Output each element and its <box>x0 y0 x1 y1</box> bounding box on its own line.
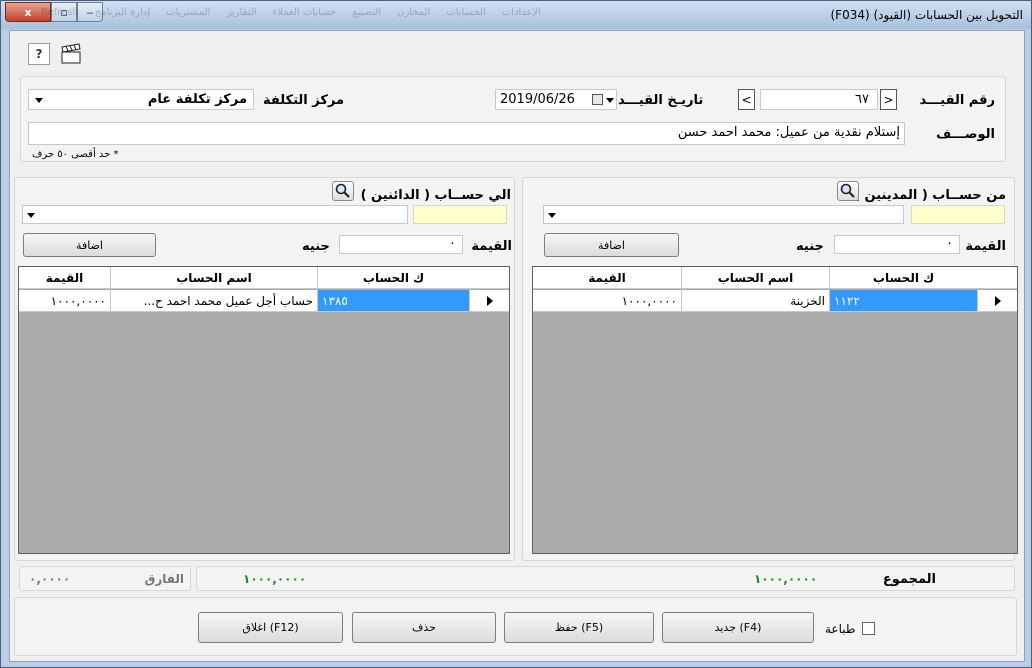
debit-row-value[interactable]: ١٠٠٠,٠٠٠٠ <box>533 290 681 311</box>
column-header[interactable]: ك الحساب <box>829 267 977 289</box>
total-label: المجموع <box>882 572 936 587</box>
difference-label: الفارق <box>144 572 184 586</box>
search-icon <box>840 183 855 198</box>
background-menu: الإعدادات الحسابات المخازن التصنيع حسابا… <box>41 7 541 18</box>
menu-item: حسابات العملاء <box>272 7 337 18</box>
credit-grid[interactable]: ك الحساب اسم الحساب القيمة ١٣٨٥ حساب أجل… <box>18 266 510 554</box>
title-bar: x ▫ ‒ الإعدادات الحسابات المخازن التصنيع… <box>1 1 1031 29</box>
window-title: (F034) التحويل بين الحسابات (القيود) <box>830 8 1024 22</box>
credit-row-code[interactable]: ١٣٨٥ <box>317 290 469 311</box>
credit-total-value: ١٠٠٠,٠٠٠٠ <box>243 572 307 586</box>
clapperboard-icon[interactable] <box>60 43 82 65</box>
footer-panel: طباعة جديد (F4) حفظ (F5) حذف اغلاق (F12) <box>14 597 1017 656</box>
menu-item: إدارة البرنامج <box>94 7 151 18</box>
debit-currency: جنيه <box>796 239 824 254</box>
row-pointer-icon <box>469 290 509 311</box>
debit-row-name[interactable]: الخزينة <box>681 290 829 311</box>
description-field[interactable]: إستلام نقدية من عميل: محمد احمد حسن <box>28 122 905 145</box>
menu-item: الحسابات <box>446 7 486 18</box>
credit-search-button[interactable] <box>332 181 354 201</box>
credit-grid-header: ك الحساب اسم الحساب القيمة <box>19 267 509 289</box>
chevron-down-icon[interactable] <box>606 98 614 103</box>
debit-account-select[interactable] <box>543 205 904 224</box>
save-button[interactable]: حفظ (F5) <box>504 612 654 643</box>
menu-item: Refresh <box>41 7 79 18</box>
credit-panel: الي حســاب ( الدائنين ) القيمة ٠ جنيه اض… <box>14 177 515 561</box>
delete-button[interactable]: حذف <box>352 612 496 643</box>
close-button[interactable]: اغلاق (F12) <box>198 612 343 643</box>
help-icon[interactable]: ? <box>28 43 50 65</box>
search-icon <box>335 183 350 198</box>
difference-box: الفارق ٠,٠٠٠٠ <box>19 566 191 591</box>
debit-grid[interactable]: ك الحساب اسم الحساب القيمة ١١٢٢ الخزينة … <box>532 266 1018 554</box>
entry-date-label: تاريـخ القيـــد <box>618 93 704 108</box>
menu-item: الإعدادات <box>501 7 541 18</box>
column-header[interactable]: القيمة <box>19 267 110 289</box>
chevron-down-icon <box>548 213 556 218</box>
column-header[interactable]: القيمة <box>533 267 681 289</box>
debit-search-button[interactable] <box>837 181 859 201</box>
column-header[interactable]: ك الحساب <box>317 267 469 289</box>
chevron-down-icon <box>35 98 43 103</box>
app-window: x ▫ ‒ الإعدادات الحسابات المخازن التصنيع… <box>0 0 1032 668</box>
entry-header-panel: رقم القيـــد > ٦٧ < تاريـخ القيـــد 2019… <box>20 76 1006 162</box>
credit-amount-field[interactable]: ٠ <box>339 235 463 254</box>
debit-grid-header: ك الحساب اسم الحساب القيمة <box>533 267 1017 289</box>
description-hint: * حد أقصى ٥٠ حرف <box>32 149 119 160</box>
menu-item: المخازن <box>397 7 431 18</box>
debit-row-code[interactable]: ١١٢٢ <box>829 290 977 311</box>
credit-title: الي حســاب ( الدائنين ) <box>360 188 511 203</box>
entry-no-field[interactable]: ٦٧ <box>760 89 878 110</box>
difference-value: ٠,٠٠٠٠ <box>29 572 71 586</box>
credit-add-button[interactable]: اضافة <box>23 233 156 257</box>
debit-account-code-field[interactable] <box>911 205 1005 224</box>
column-header[interactable]: اسم الحساب <box>110 267 317 289</box>
entry-no-label: رقم القيـــد <box>919 93 995 108</box>
column-header[interactable]: اسم الحساب <box>681 267 829 289</box>
credit-currency: جنيه <box>302 239 330 254</box>
credit-account-select[interactable] <box>22 205 408 224</box>
menu-item: التقارير <box>226 7 257 18</box>
chevron-down-icon <box>27 213 35 218</box>
entry-date-picker[interactable]: 2019/06/26 <box>495 89 617 110</box>
row-pointer-icon <box>977 290 1017 311</box>
credit-row-value[interactable]: ١٠٠٠,٠٠٠٠ <box>19 290 110 311</box>
print-checkbox[interactable] <box>862 622 875 635</box>
totals-bar: المجموع ١٠٠٠,٠٠٠٠ ١٠٠٠,٠٠٠٠ <box>196 566 1015 591</box>
cost-center-label: مركز التكلفة <box>263 93 345 108</box>
description-label: الوصـــف <box>936 127 995 142</box>
menu-item: التصنيع <box>352 7 382 18</box>
debit-title: من حســاب ( المدينين ) <box>854 188 1006 203</box>
debit-panel: من حســاب ( المدينين ) القيمة ٠ جنيه اضا… <box>522 177 1018 561</box>
print-label: طباعة <box>825 622 856 636</box>
table-row[interactable]: ١٣٨٥ حساب أجل عميل محمد احمد ح... ١٠٠٠,٠… <box>19 290 509 312</box>
next-entry-button[interactable]: > <box>880 89 897 110</box>
table-row[interactable]: ١١٢٢ الخزينة ١٠٠٠,٠٠٠٠ <box>533 290 1017 312</box>
new-button[interactable]: جديد (F4) <box>662 612 814 643</box>
debit-total-value: ١٠٠٠,٠٠٠٠ <box>754 572 818 586</box>
form-body: ? رقم القيـــد > ٦٧ < تاريـخ القيـــد 20… <box>9 30 1025 662</box>
debit-amount-label: القيمة <box>965 239 1006 254</box>
cost-center-select[interactable]: مركز تكلفة عام <box>28 89 254 110</box>
credit-account-code-field[interactable] <box>413 205 507 224</box>
debit-amount-field[interactable]: ٠ <box>834 235 960 254</box>
calendar-icon[interactable] <box>592 94 603 105</box>
debit-add-button[interactable]: اضافة <box>544 233 679 257</box>
menu-item: المشتريات <box>166 7 211 18</box>
prev-entry-button[interactable]: < <box>738 89 755 110</box>
credit-row-name[interactable]: حساب أجل عميل محمد احمد ح... <box>110 290 317 311</box>
credit-amount-label: القيمة <box>471 239 512 254</box>
